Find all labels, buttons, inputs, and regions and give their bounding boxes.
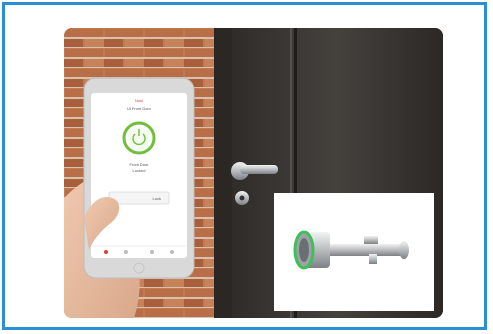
svg-text:Ui Front Door: Ui Front Door	[127, 106, 152, 111]
svg-text:Locked: Locked	[133, 168, 146, 173]
svg-text:Lock: Lock	[153, 196, 161, 201]
svg-text:Front Door: Front Door	[129, 162, 149, 167]
door-frame	[214, 28, 232, 318]
smartphone: Nuki Ui Front Door Front Door Locked Loc…	[83, 77, 195, 279]
image-frame: Nuki Ui Front Door Front Door Locked Loc…	[2, 2, 487, 330]
lock-cylinder-inset	[274, 193, 434, 311]
svg-text:Nuki: Nuki	[135, 98, 143, 103]
smart-lock-photo: Nuki Ui Front Door Front Door Locked Loc…	[64, 28, 443, 318]
